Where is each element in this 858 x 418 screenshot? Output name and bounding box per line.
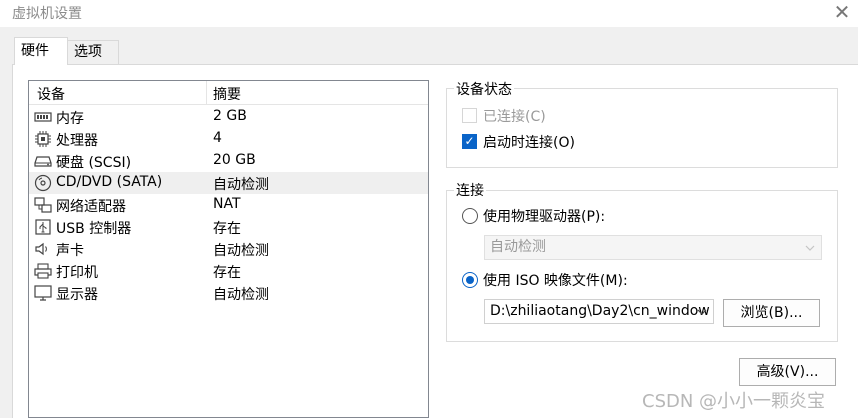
- device-row-usb-controller[interactable]: USB 控制器 存在: [29, 216, 428, 238]
- window-title: 虚拟机设置: [12, 6, 82, 22]
- device-summary: 自动检测: [213, 287, 269, 303]
- device-summary: 存在: [213, 221, 241, 237]
- connection-title: 连接: [454, 180, 486, 200]
- tab-options-label: 选项: [74, 44, 102, 60]
- device-summary: 4: [213, 130, 222, 146]
- close-button[interactable]: ✕: [826, 0, 858, 24]
- device-name: 声卡: [56, 243, 84, 259]
- tab-hardware-label: 硬件: [21, 43, 49, 59]
- chevron-down-icon[interactable]: [695, 300, 709, 323]
- physical-drive-radio[interactable]: [462, 208, 478, 224]
- device-name: 网络适配器: [56, 199, 126, 215]
- cd-dvd-icon: [34, 174, 52, 192]
- physical-drive-select[interactable]: 自动检测: [484, 235, 822, 260]
- advanced-button[interactable]: 高级(V)...: [739, 358, 836, 386]
- device-row-memory[interactable]: 内存 2 GB: [29, 106, 428, 128]
- connect-on-power-on-checkbox[interactable]: ✓: [462, 134, 477, 149]
- watermark-text: CSDN @小小一颗炎宝: [642, 391, 826, 412]
- device-status-group: [446, 88, 838, 168]
- title-bar: 虚拟机设置 ✕: [0, 0, 858, 27]
- device-row-display[interactable]: 显示器 自动检测: [29, 282, 428, 304]
- device-row-printer[interactable]: 打印机 存在: [29, 260, 428, 282]
- connected-label: 已连接(C): [483, 109, 546, 125]
- iso-path-combobox[interactable]: D:\zhiliaotang\Day2\cn_window: [484, 299, 714, 324]
- device-summary: 2 GB: [213, 108, 247, 124]
- device-name: 显示器: [56, 287, 98, 303]
- device-name: CD/DVD (SATA): [56, 174, 163, 190]
- device-status-title: 设备状态: [454, 79, 514, 99]
- chevron-down-icon: [803, 236, 817, 259]
- column-header-device[interactable]: 设备: [37, 84, 65, 104]
- cpu-icon: [34, 130, 52, 148]
- physical-drive-value: 自动检测: [490, 239, 546, 255]
- device-name: 打印机: [56, 265, 98, 281]
- speaker-icon: [34, 240, 52, 258]
- browse-button[interactable]: 浏览(B)...: [723, 299, 820, 327]
- connected-checkbox[interactable]: [462, 108, 477, 123]
- device-row-processor[interactable]: 处理器 4: [29, 128, 428, 150]
- tab-hardware[interactable]: 硬件: [14, 37, 68, 65]
- monitor-icon: [34, 284, 52, 302]
- device-summary: 自动检测: [213, 243, 269, 259]
- connect-on-power-on-label: 启动时连接(O): [483, 135, 575, 151]
- device-row-hard-disk[interactable]: 硬盘 (SCSI) 20 GB: [29, 150, 428, 172]
- printer-icon: [34, 262, 52, 280]
- device-summary: 自动检测: [213, 177, 269, 193]
- device-row-network-adapter[interactable]: 网络适配器 NAT: [29, 194, 428, 216]
- device-summary: 存在: [213, 265, 241, 281]
- device-name: 硬盘 (SCSI): [56, 155, 132, 171]
- browse-button-label: 浏览(B)...: [740, 305, 803, 321]
- device-name: 内存: [56, 111, 84, 127]
- device-row-cd-dvd[interactable]: CD/DVD (SATA) 自动检测: [29, 172, 428, 194]
- iso-file-radio[interactable]: [462, 272, 478, 288]
- close-icon: ✕: [833, 0, 851, 24]
- device-name: USB 控制器: [56, 221, 132, 237]
- column-header-summary[interactable]: 摘要: [213, 84, 241, 104]
- advanced-button-label: 高级(V)...: [756, 364, 819, 380]
- column-divider[interactable]: [206, 81, 207, 105]
- tab-options[interactable]: 选项: [67, 40, 119, 64]
- hard-disk-icon: [34, 152, 52, 170]
- device-summary: 20 GB: [213, 152, 256, 168]
- iso-file-label: 使用 ISO 映像文件(M):: [483, 273, 628, 289]
- device-summary: NAT: [213, 196, 241, 212]
- device-row-sound-card[interactable]: 声卡 自动检测: [29, 238, 428, 260]
- device-list-header: 设备 摘要: [29, 81, 428, 105]
- device-name: 处理器: [56, 133, 98, 149]
- iso-path-value: D:\zhiliaotang\Day2\cn_window: [490, 303, 710, 319]
- usb-icon: [34, 218, 52, 236]
- network-adapter-icon: [34, 196, 52, 214]
- device-list[interactable]: 设备 摘要 内存 2 GB 处理器 4 硬盘 (SCSI) 20 GB CD/D…: [28, 80, 429, 418]
- memory-icon: [34, 108, 52, 126]
- physical-drive-label: 使用物理驱动器(P):: [483, 209, 606, 225]
